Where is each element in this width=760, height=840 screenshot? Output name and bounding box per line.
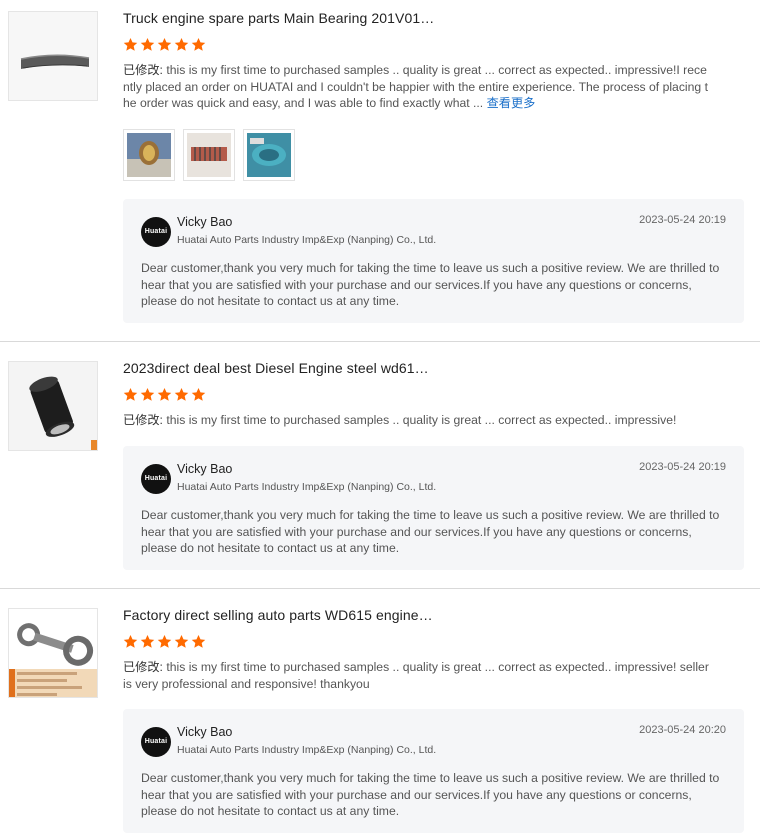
star-icon	[140, 634, 155, 648]
product-title[interactable]: 2023direct deal best Diesel Engine steel…	[123, 360, 429, 376]
product-title[interactable]: Truck engine spare parts Main Bearing 20…	[123, 10, 434, 26]
reply-text: Dear customer,thank you very much for ta…	[141, 261, 720, 308]
star-icon	[174, 387, 189, 401]
seller-avatar: Huatai	[141, 217, 171, 247]
reply-date: 2023-05-24 20:19	[639, 214, 726, 226]
review-photo[interactable]	[183, 129, 235, 181]
star-icon	[174, 634, 189, 648]
product-thumbnail[interactable]	[8, 361, 98, 451]
seller-company: Huatai Auto Parts Industry Imp&Exp (Nanp…	[177, 744, 437, 756]
star-icon	[174, 37, 189, 51]
review-item: Factory direct selling auto parts WD615 …	[0, 588, 760, 833]
review-comment: 已修改: this is my first time to purchased …	[123, 412, 713, 429]
product-thumbnail[interactable]	[8, 608, 98, 698]
review-photo[interactable]	[123, 129, 175, 181]
star-icon	[140, 387, 155, 401]
star-icon	[123, 634, 138, 648]
rating-stars	[123, 387, 206, 403]
product-title[interactable]: Factory direct selling auto parts WD615 …	[123, 607, 433, 623]
review-comment: 已修改: this is my first time to purchased …	[123, 62, 713, 112]
comment-text: this is my first time to purchased sampl…	[162, 413, 677, 427]
seller-avatar: Huatai	[141, 464, 171, 494]
seller-name: Vicky Bao	[177, 725, 233, 739]
seller-reply: Huatai Vicky Bao Huatai Auto Parts Indus…	[123, 709, 744, 833]
seller-avatar: Huatai	[141, 727, 171, 757]
star-icon	[191, 37, 206, 51]
star-icon	[123, 37, 138, 51]
star-icon	[157, 37, 172, 51]
review-photo[interactable]	[243, 129, 295, 181]
comment-prefix: 已修改:	[123, 413, 163, 427]
view-more-link[interactable]: 查看更多	[487, 96, 536, 110]
seller-name: Vicky Bao	[177, 462, 233, 476]
star-icon	[191, 634, 206, 648]
seller-name: Vicky Bao	[177, 215, 233, 229]
reply-date: 2023-05-24 20:19	[639, 461, 726, 473]
comment-prefix: 已修改:	[123, 660, 163, 674]
seller-reply: Huatai Vicky Bao Huatai Auto Parts Indus…	[123, 446, 744, 570]
reply-text: Dear customer,thank you very much for ta…	[141, 771, 720, 818]
seller-reply: Huatai Vicky Bao Huatai Auto Parts Indus…	[123, 199, 744, 323]
star-icon	[191, 387, 206, 401]
seller-company: Huatai Auto Parts Industry Imp&Exp (Nanp…	[177, 234, 437, 246]
star-icon	[123, 387, 138, 401]
review-comment: 已修改: this is my first time to purchased …	[123, 659, 713, 692]
product-thumbnail[interactable]	[8, 11, 98, 101]
comment-prefix: 已修改:	[123, 63, 163, 77]
reply-date: 2023-05-24 20:20	[639, 724, 726, 736]
comment-text: this is my first time to purchased sampl…	[123, 660, 709, 691]
review-item: 2023direct deal best Diesel Engine steel…	[0, 341, 760, 570]
seller-company: Huatai Auto Parts Industry Imp&Exp (Nanp…	[177, 481, 437, 493]
rating-stars	[123, 634, 206, 650]
star-icon	[157, 634, 172, 648]
reply-text: Dear customer,thank you very much for ta…	[141, 508, 720, 555]
comment-text: this is my first time to purchased sampl…	[123, 63, 708, 110]
star-icon	[140, 37, 155, 51]
star-icon	[157, 387, 172, 401]
rating-stars	[123, 37, 206, 53]
review-photos	[123, 129, 295, 181]
